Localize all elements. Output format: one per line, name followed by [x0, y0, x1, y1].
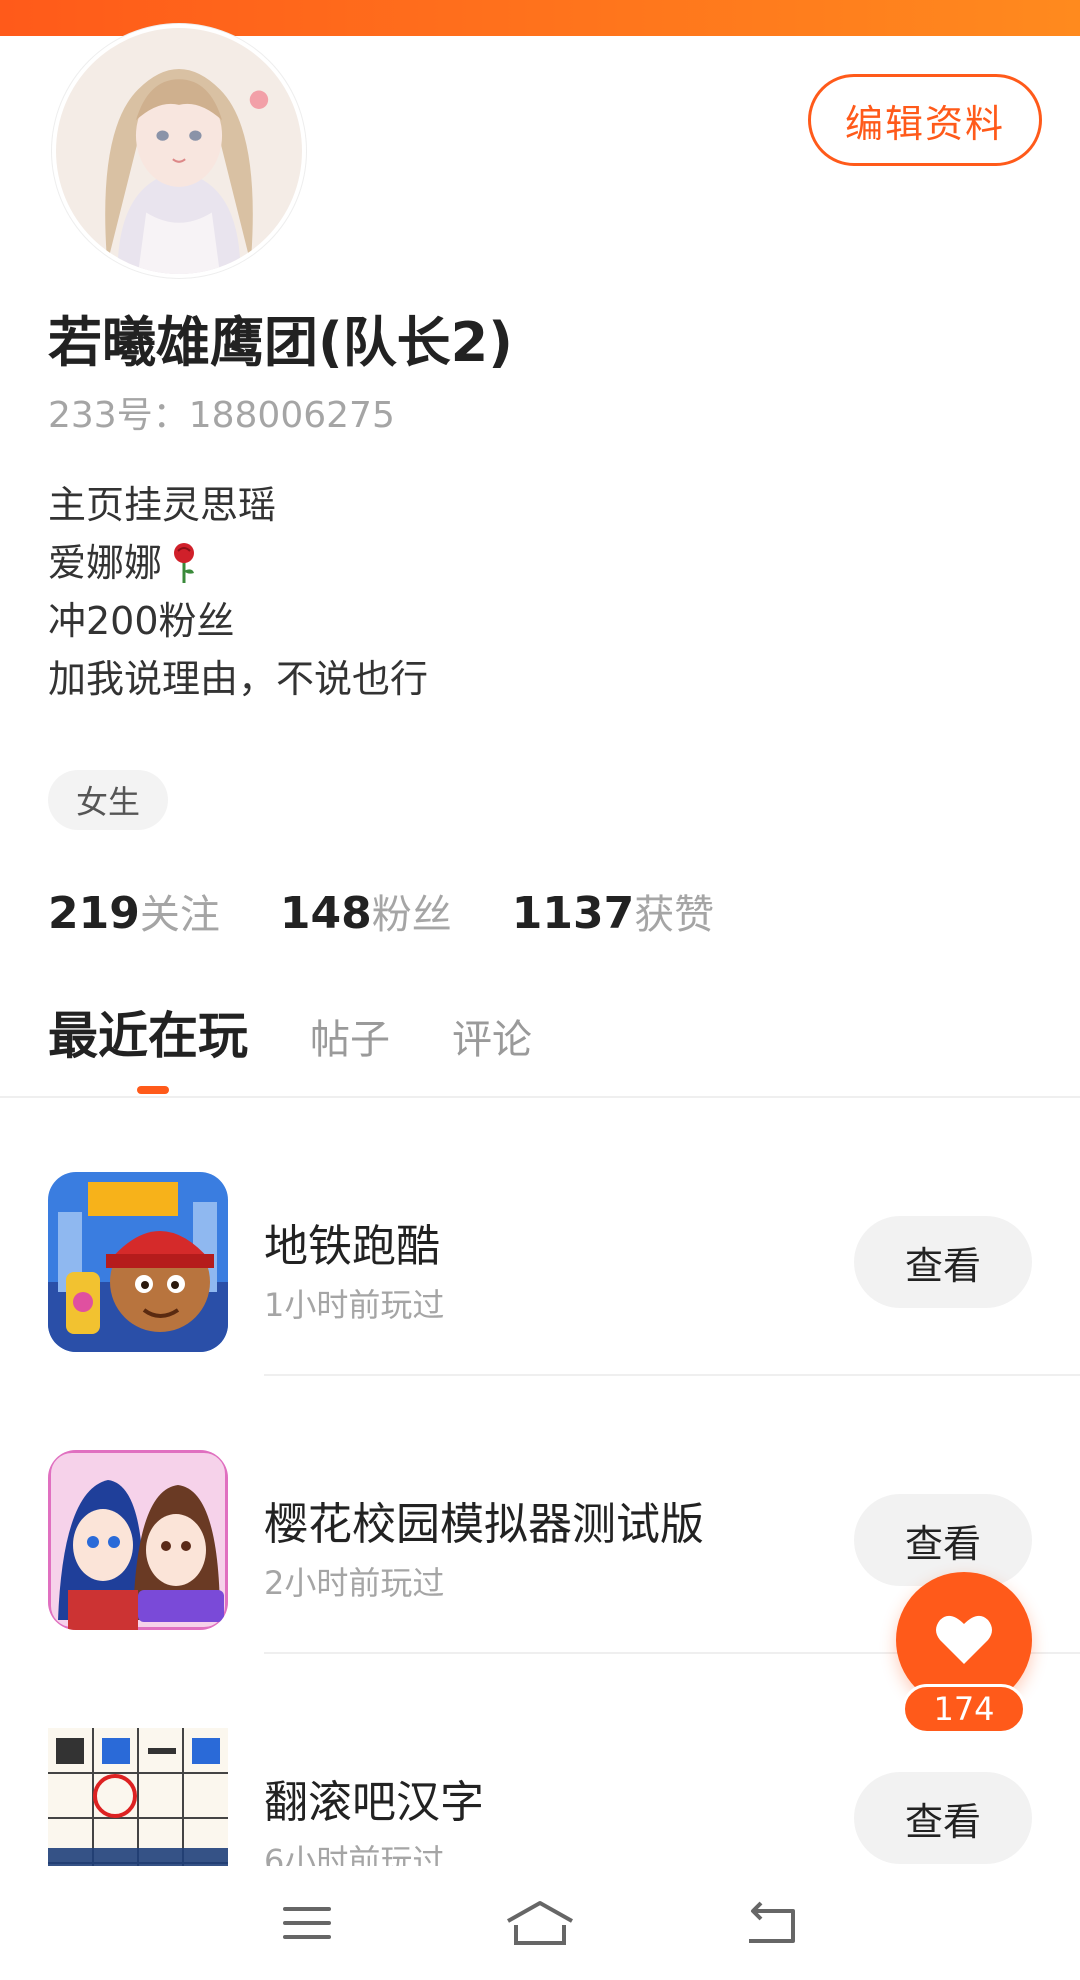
- game-title: 翻滚吧汉字: [264, 1777, 484, 1828]
- view-button[interactable]: 查看: [854, 1216, 1032, 1308]
- view-button[interactable]: 查看: [854, 1772, 1032, 1864]
- gender-tag: 女生: [48, 770, 168, 830]
- tab-recently-played[interactable]: 最近在玩: [48, 996, 248, 1068]
- like-count-badge: 174: [902, 1684, 1026, 1734]
- heart-icon: [936, 1615, 992, 1664]
- avatar-image: [56, 28, 302, 274]
- bio-line: 主页挂灵思瑶: [48, 483, 277, 527]
- back-icon: [749, 1901, 796, 1943]
- tab-comments[interactable]: 评论: [452, 1007, 532, 1065]
- stat-following[interactable]: 219 关注: [48, 882, 220, 940]
- stat-fans[interactable]: 148 粉丝: [280, 882, 452, 940]
- stat-following-label: 关注: [139, 892, 220, 938]
- system-nav-bar: [0, 1866, 1080, 1980]
- home-nav-button[interactable]: [500, 1893, 580, 1953]
- back-nav-button[interactable]: [733, 1893, 813, 1953]
- bio-line: 加我说理由，不说也行: [48, 657, 429, 701]
- bio-line: 爱娜娜: [48, 534, 428, 592]
- list-item[interactable]: 地铁跑酷 1小时前玩过 查看: [0, 1098, 1080, 1376]
- bio-line: 冲200粉丝: [48, 599, 235, 643]
- rose-emoji-icon: [174, 543, 195, 583]
- active-tab-indicator: [137, 1086, 169, 1094]
- game-title: 地铁跑酷: [264, 1221, 440, 1272]
- avatar[interactable]: [52, 24, 306, 278]
- stat-fans-label: 粉丝: [371, 892, 452, 938]
- profile-stats: 219 关注 148 粉丝 1137 获赞: [48, 882, 714, 940]
- sakura-school-icon: [48, 1450, 228, 1630]
- subway-surfers-icon: [48, 1172, 228, 1352]
- profile-tabs: 最近在玩 帖子 评论: [48, 996, 532, 1068]
- edit-profile-button[interactable]: 编辑资料: [808, 74, 1042, 166]
- stat-likes[interactable]: 1137 获赞: [512, 882, 714, 940]
- stat-fans-count: 148: [279, 888, 372, 939]
- menu-icon: [282, 1907, 331, 1939]
- stat-likes-label: 获赞: [634, 892, 715, 938]
- game-last-played: 1小时前玩过: [264, 1286, 445, 1324]
- tab-posts[interactable]: 帖子: [310, 1007, 390, 1065]
- profile-name: 若曦雄鹰团(队长2): [48, 311, 513, 374]
- stat-likes-count: 1137: [511, 888, 635, 939]
- stat-following-count: 219: [48, 888, 140, 939]
- profile-uid: 233号：188006275: [48, 395, 395, 436]
- menu-nav-button[interactable]: [267, 1893, 347, 1953]
- game-title: 樱花校园模拟器测试版: [264, 1499, 704, 1550]
- home-icon: [507, 1901, 573, 1945]
- game-last-played: 2小时前玩过: [264, 1564, 445, 1602]
- profile-bio: 主页挂灵思瑶 爱娜娜 冲200粉丝 加我说理由，不说也行: [48, 476, 428, 708]
- view-button[interactable]: 查看: [854, 1494, 1032, 1586]
